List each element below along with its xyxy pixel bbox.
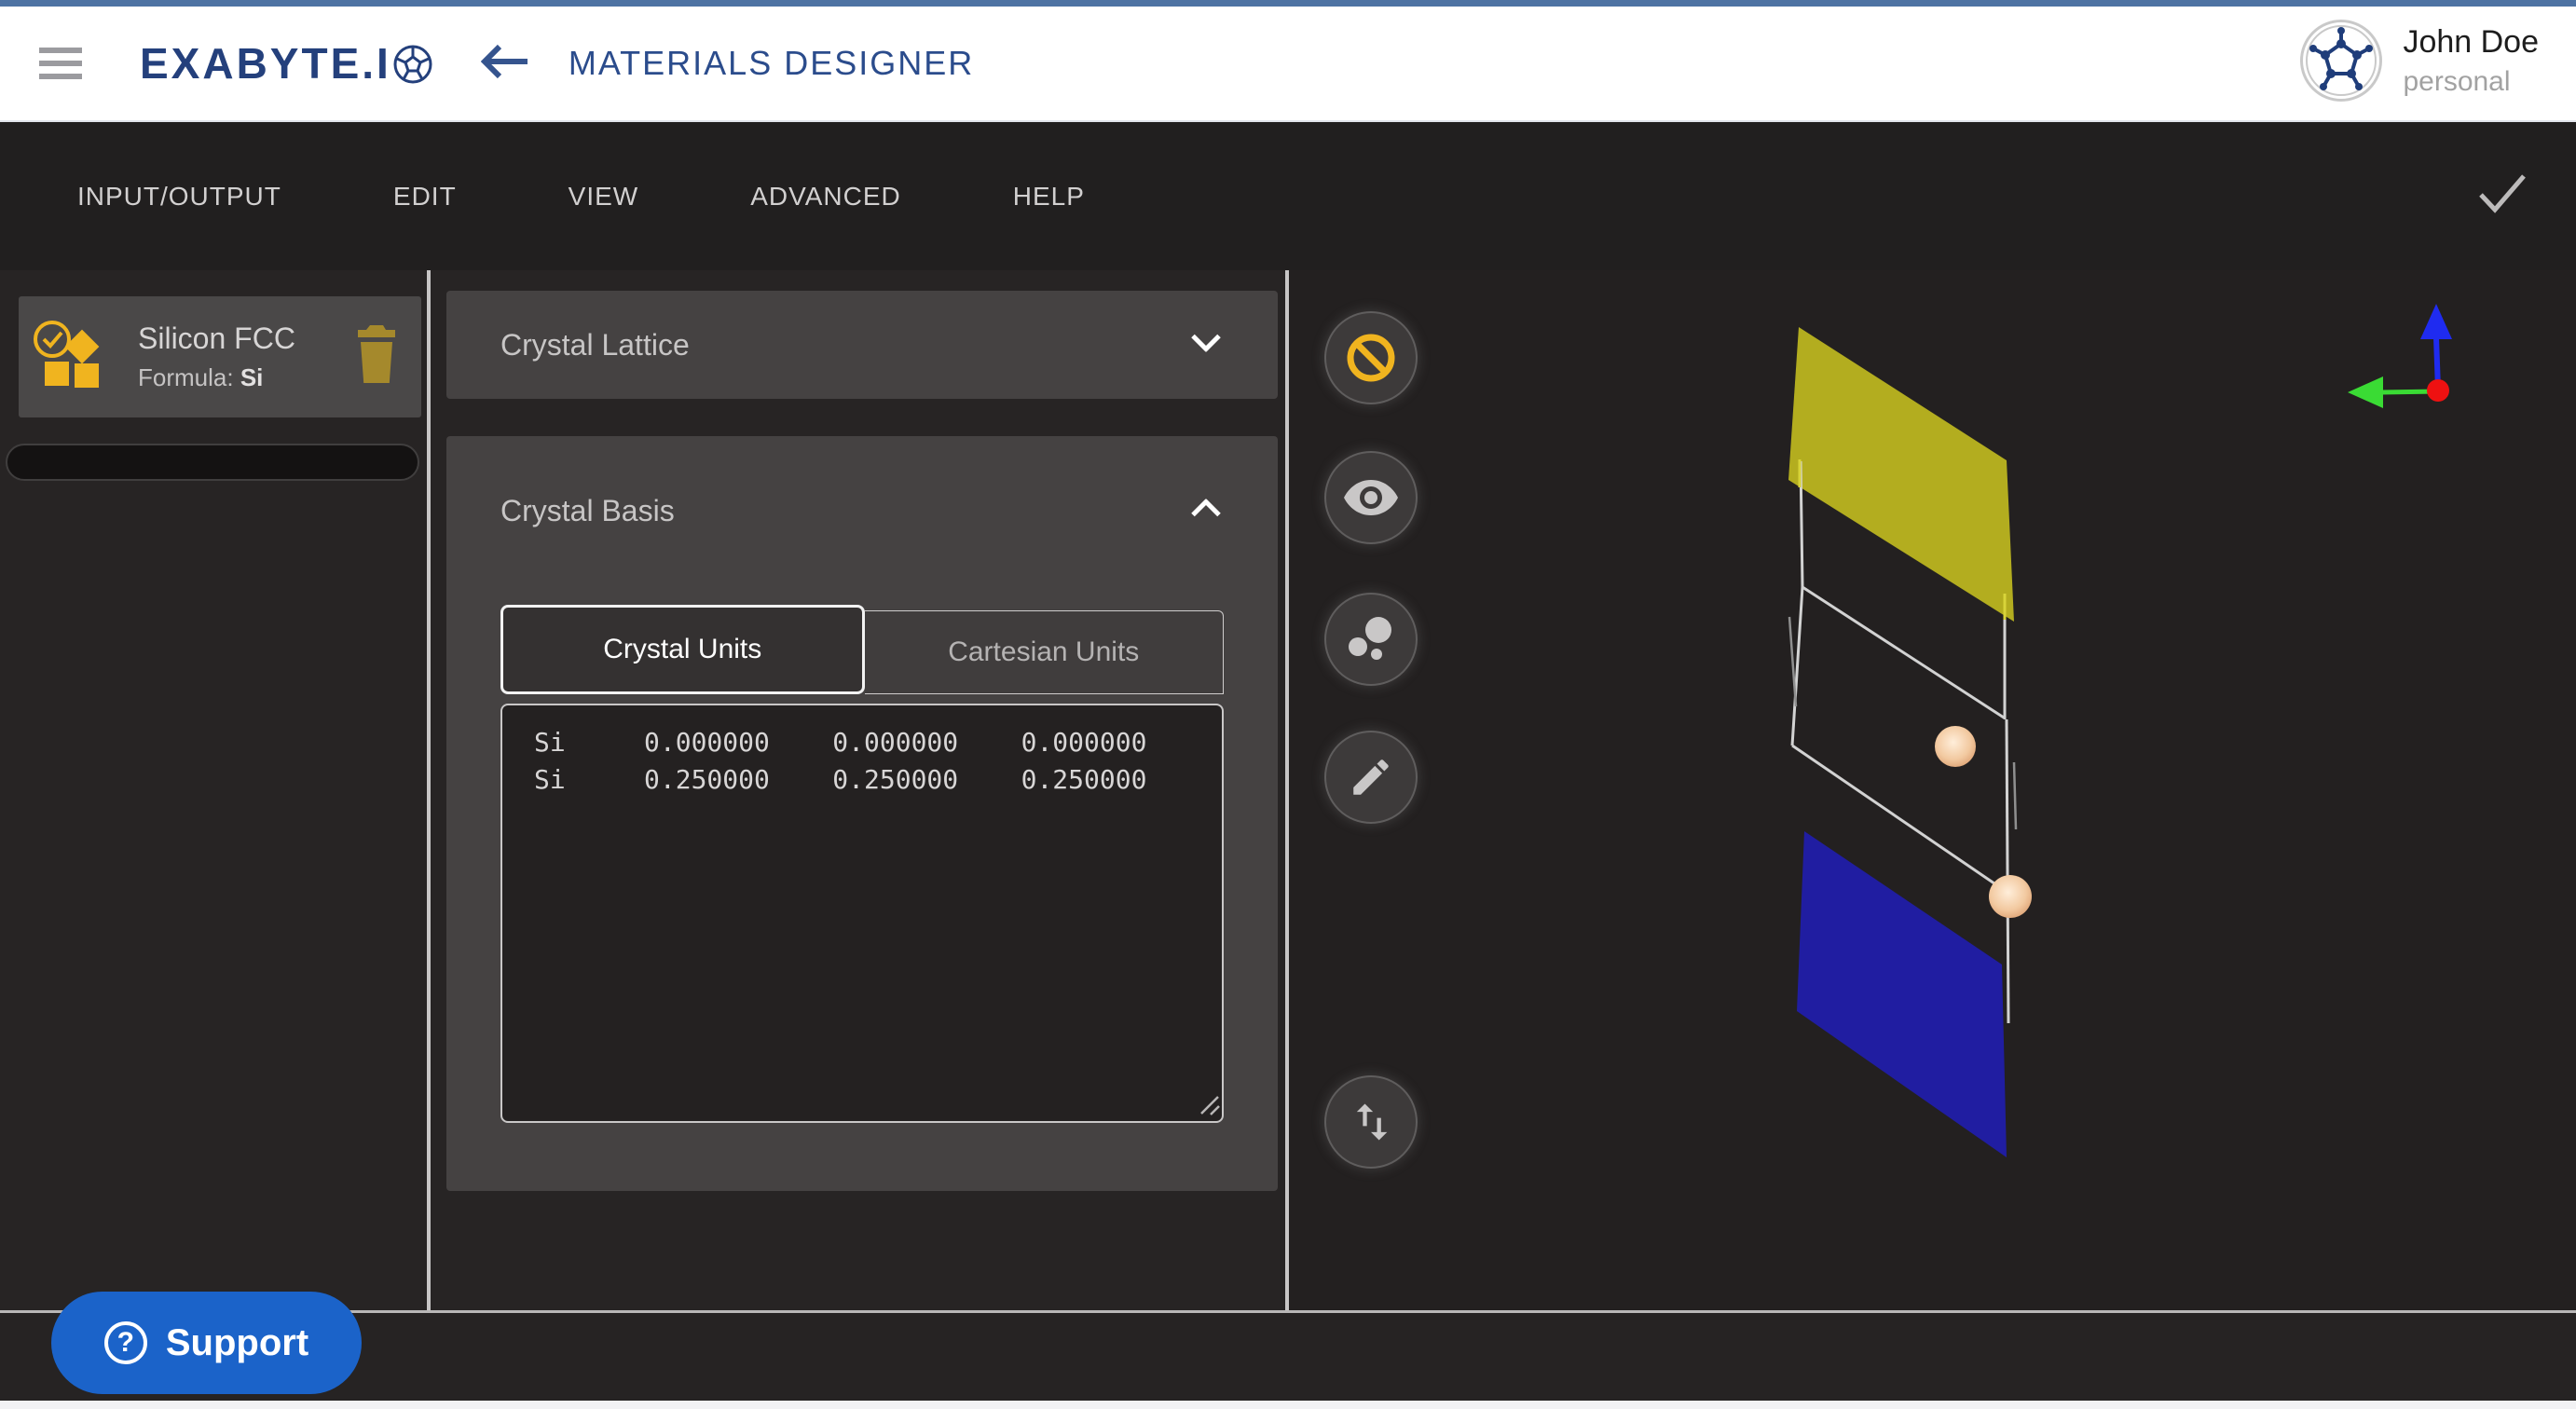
menu-input-output[interactable]: INPUT/OUTPUT bbox=[77, 182, 281, 212]
tab-cartesian-units[interactable]: Cartesian Units bbox=[865, 610, 1225, 694]
hamburger-bar bbox=[39, 74, 82, 79]
support-button[interactable]: ? Support bbox=[51, 1292, 362, 1394]
material-name: Silicon FCC bbox=[138, 321, 356, 356]
user-account: personal bbox=[2403, 66, 2539, 98]
crystal-basis-title: Crystal Basis bbox=[500, 494, 675, 528]
page-title: MATERIALS DESIGNER bbox=[569, 44, 974, 83]
crystal-basis-header[interactable]: Crystal Basis bbox=[446, 436, 1278, 585]
3d-viewport-canvas[interactable] bbox=[1289, 270, 2576, 1310]
plane-yellow bbox=[1788, 327, 2014, 622]
edit-tool-button[interactable] bbox=[1324, 731, 1418, 824]
hamburger-bar bbox=[39, 48, 82, 53]
top-accent-strip bbox=[0, 0, 2576, 7]
crystal-scene bbox=[1289, 270, 2576, 1310]
import-export-icon bbox=[1347, 1098, 1395, 1146]
atoms-tool-button[interactable] bbox=[1324, 593, 1418, 686]
avatar-fullerene-icon bbox=[2300, 20, 2382, 102]
bottom-strip bbox=[0, 1401, 2576, 1409]
basis-coordinates-textarea[interactable]: Si 0.000000 0.000000 0.000000 Si 0.25000… bbox=[500, 704, 1224, 1123]
chevron-up-icon[interactable] bbox=[1190, 499, 1222, 523]
exabyte-logo[interactable]: EXABYTE.I bbox=[140, 38, 432, 89]
material-icon bbox=[39, 328, 97, 386]
menu-edit[interactable]: EDIT bbox=[393, 182, 457, 212]
menubar: INPUT/OUTPUT EDIT VIEW ADVANCED HELP bbox=[0, 122, 2576, 270]
sidebar-scrollbar[interactable] bbox=[6, 444, 419, 481]
chevron-down-icon[interactable] bbox=[1190, 334, 1222, 357]
crystal-lattice-title: Crystal Lattice bbox=[500, 328, 690, 363]
materials-sidebar: Silicon FCC Formula: Si bbox=[0, 270, 427, 1310]
block-icon bbox=[1345, 332, 1397, 384]
user-menu[interactable]: John Doe personal bbox=[2300, 20, 2539, 102]
delete-material-icon[interactable] bbox=[356, 324, 397, 390]
footer bbox=[0, 1313, 2576, 1401]
app-header: EXABYTE.I MATERIALS DESIGNER bbox=[0, 7, 2576, 122]
block-tool-button[interactable] bbox=[1324, 311, 1418, 404]
import-export-tool-button[interactable] bbox=[1324, 1075, 1418, 1169]
crystal-basis-panel: Crystal Basis Crystal Units Cartesian Un… bbox=[446, 436, 1278, 1191]
crystal-lattice-header[interactable]: Crystal Lattice bbox=[446, 291, 1278, 399]
editor-column: Crystal Lattice Crystal Basis Crystal Un… bbox=[431, 270, 1285, 1310]
menu-advanced[interactable]: ADVANCED bbox=[750, 182, 901, 212]
eye-icon bbox=[1343, 478, 1399, 517]
atoms-icon bbox=[1345, 615, 1397, 663]
crystal-lattice-panel: Crystal Lattice bbox=[446, 291, 1278, 399]
material-list-item[interactable]: Silicon FCC Formula: Si bbox=[19, 296, 421, 417]
soccer-ball-logo-icon bbox=[393, 45, 432, 89]
hamburger-bar bbox=[39, 61, 82, 66]
user-name: John Doe bbox=[2403, 24, 2539, 61]
support-label: Support bbox=[166, 1322, 308, 1364]
atom-sphere bbox=[1989, 875, 2032, 918]
plane-blue bbox=[1797, 831, 2007, 1157]
atom-sphere bbox=[1935, 726, 1976, 767]
visibility-tool-button[interactable] bbox=[1324, 451, 1418, 544]
back-arrow-icon[interactable] bbox=[481, 43, 529, 85]
hamburger-menu-icon[interactable] bbox=[39, 40, 82, 87]
units-tabs: Crystal Units Cartesian Units bbox=[500, 605, 1224, 694]
pencil-icon bbox=[1348, 754, 1394, 800]
axes-gizmo bbox=[2348, 304, 2452, 408]
save-check-icon[interactable] bbox=[2477, 171, 2528, 220]
menu-help[interactable]: HELP bbox=[1013, 182, 1085, 212]
material-formula: Formula: Si bbox=[138, 363, 356, 392]
menu-view[interactable]: VIEW bbox=[569, 182, 639, 212]
tab-crystal-units[interactable]: Crystal Units bbox=[500, 605, 865, 694]
question-mark-icon: ? bbox=[104, 1321, 147, 1364]
logo-text: EXABYTE.I bbox=[140, 38, 391, 89]
